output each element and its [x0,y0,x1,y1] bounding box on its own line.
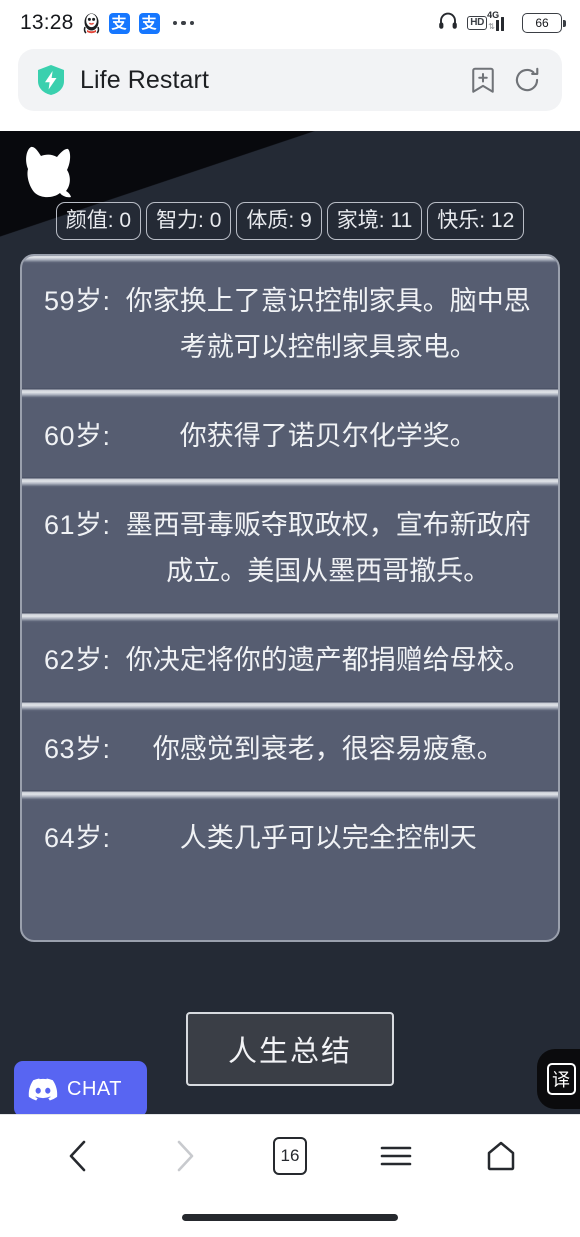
list-item[interactable]: 62岁: 你决定将你的遗产都捐赠给母校。 [22,612,558,701]
alipay-icon-2: 支 [138,12,160,34]
home-icon [487,1141,515,1171]
game-viewport: 颜值: 0 智力: 0 体质: 9 家境: 11 快乐: 12 59岁: 你家换… [0,131,580,1114]
list-item[interactable]: 60岁: 你获得了诺贝尔化学奖。 [22,388,558,477]
status-bar: 13:28 支 支 HD 4G ⇅ 66 [0,0,580,46]
event-text: 人类几乎可以完全控制天 [179,823,477,853]
list-item[interactable]: 64岁: 人类几乎可以完全控制天 [22,790,558,879]
event-divider [22,612,558,623]
event-text: 墨西哥毒贩夺取政权，宣布新政府成立。美国从墨西哥撤兵。 [125,510,531,586]
event-text: 你感觉到衰老，很容易疲惫。 [152,734,504,764]
headphone-icon [438,11,458,35]
hamburger-menu-icon [380,1146,411,1166]
alipay-icon: 支 [108,12,130,34]
browser-toolbar: Life Restart [0,46,580,131]
event-divider [22,701,558,712]
stat-badge-zhili[interactable]: 智力: 0 [146,202,232,240]
signal-icon: 4G ⇅ [487,10,513,31]
discord-icon [28,1078,58,1100]
cat-silhouette-icon[interactable] [14,143,78,205]
page-title: Life Restart [80,65,210,94]
browser-bottom-nav: 16 [0,1114,580,1237]
translate-icon: 译 [546,1063,576,1095]
bookmark-add-icon[interactable] [468,65,498,95]
nav-tabs-button[interactable]: 16 [260,1126,320,1186]
event-divider [22,388,558,399]
event-age: 61岁: [44,510,111,540]
network-type-label: 4G [487,10,500,20]
event-age: 64岁: [44,823,111,853]
event-text: 你家换上了意识控制家具。脑中思考就可以控制家具家电。 [125,286,531,362]
stat-badge-kuaile[interactable]: 快乐: 12 [427,202,525,240]
status-bar-left: 13:28 支 支 [20,11,195,35]
event-divider [22,477,558,488]
qq-icon [83,13,100,34]
stat-badge-jiajing[interactable]: 家境: 11 [326,202,423,240]
back-arrow-icon [69,1140,86,1172]
event-text: 你获得了诺贝尔化学奖。 [179,421,477,451]
list-item[interactable]: 63岁: 你感觉到衰老，很容易疲惫。 [22,701,558,790]
event-age: 59岁: [44,286,111,316]
nav-back-button[interactable] [49,1126,109,1186]
discord-chat-label: CHAT [67,1077,122,1100]
discord-chat-button[interactable]: CHAT [14,1061,147,1117]
life-summary-button[interactable]: 人生总结 [186,1012,394,1086]
more-dots-icon [172,20,195,26]
stat-badge-tizhi[interactable]: 体质: 9 [236,202,322,240]
nav-home-button[interactable] [471,1126,531,1186]
list-item[interactable]: 59岁: 你家换上了意识控制家具。脑中思考就可以控制家具家电。 [22,256,558,388]
gesture-home-bar[interactable] [182,1214,398,1221]
event-divider [22,256,558,264]
tab-count-badge: 16 [272,1137,307,1175]
battery-level-label: 66 [535,16,549,30]
data-arrows-icon: ⇅ [488,22,495,31]
event-age: 62岁: [44,645,111,675]
status-bar-right: HD 4G ⇅ 66 [438,10,566,35]
status-bar-clock: 13:28 [20,11,74,34]
nav-menu-button[interactable] [366,1126,426,1186]
translate-button[interactable]: 译 [537,1049,580,1109]
event-age: 63岁: [44,734,111,764]
event-text: 你决定将你的遗产都捐赠给母校。 [125,645,531,675]
event-age: 60岁: [44,421,111,451]
forward-arrow-icon [178,1140,194,1172]
site-logo-shield-bolt-icon [38,65,64,95]
battery-icon: 66 [522,13,566,33]
nav-forward-button[interactable] [154,1126,214,1186]
refresh-icon[interactable] [512,65,542,95]
list-item[interactable]: 61岁: 墨西哥毒贩夺取政权，宣布新政府成立。美国从墨西哥撤兵。 [22,477,558,612]
stat-badge-yanzhi[interactable]: 颜值: 0 [55,202,142,240]
stats-bar: 颜值: 0 智力: 0 体质: 9 家境: 11 快乐: 12 [0,202,580,240]
address-bar[interactable]: Life Restart [18,49,562,111]
event-divider [22,790,558,801]
hd-icon: HD [467,16,488,30]
life-event-list[interactable]: 59岁: 你家换上了意识控制家具。脑中思考就可以控制家具家电。 60岁: 你获得… [20,254,560,942]
